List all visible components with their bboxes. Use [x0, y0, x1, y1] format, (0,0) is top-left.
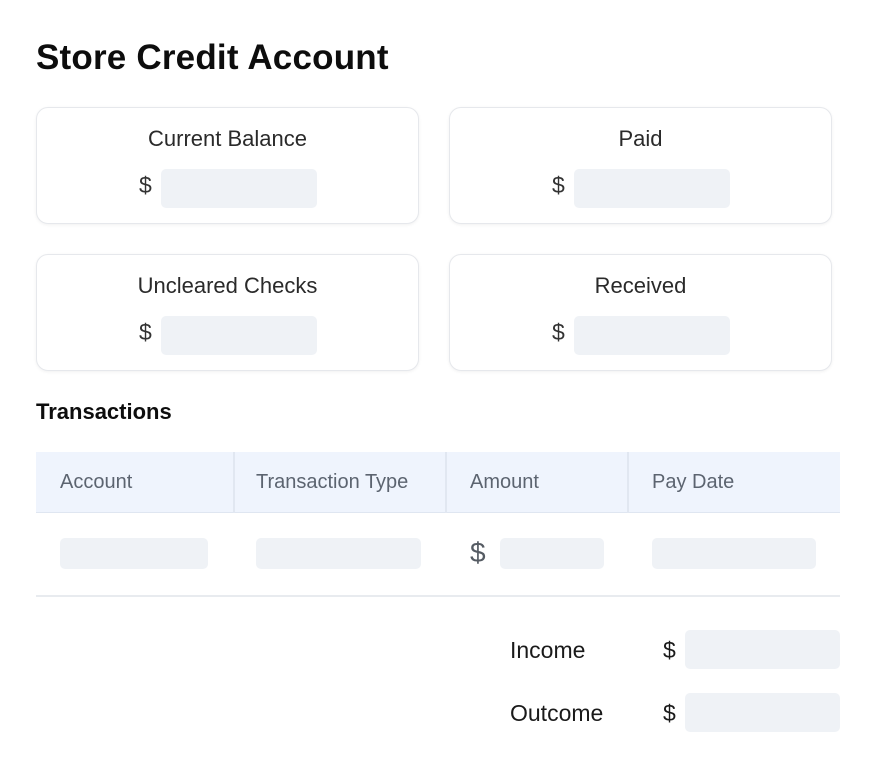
amount-input[interactable]: [500, 538, 604, 569]
dollar-sign: $: [663, 700, 676, 726]
column-divider: [233, 452, 235, 513]
dollar-sign: $: [139, 172, 152, 198]
account-input[interactable]: [60, 538, 208, 569]
pay-date-input[interactable]: [652, 538, 816, 569]
dollar-sign: $: [470, 537, 486, 568]
uncleared-checks-card: Uncleared Checks $: [36, 254, 419, 371]
received-input[interactable]: [574, 316, 730, 355]
card-label: Received: [594, 273, 687, 298]
page-title: Store Credit Account: [36, 38, 389, 77]
transactions-table-header: Account Transaction Type Amount Pay Date: [36, 452, 840, 513]
current-balance-card: Current Balance $: [36, 107, 419, 224]
column-header-account: Account: [60, 471, 133, 493]
card-label: Uncleared Checks: [137, 273, 318, 298]
transaction-type-input[interactable]: [256, 538, 421, 569]
dollar-sign: $: [552, 172, 565, 198]
column-divider: [445, 452, 447, 513]
current-balance-input[interactable]: [161, 169, 317, 208]
transactions-heading: Transactions: [36, 399, 172, 424]
received-card: Received $: [449, 254, 832, 371]
table-divider: [36, 595, 840, 597]
outcome-label: Outcome: [510, 700, 604, 726]
dollar-sign: $: [663, 637, 676, 663]
column-header-amount: Amount: [470, 471, 539, 493]
paid-input[interactable]: [574, 169, 730, 208]
column-divider: [627, 452, 629, 513]
income-label: Income: [510, 637, 586, 663]
paid-card: Paid $: [449, 107, 832, 224]
card-label: Current Balance: [148, 126, 307, 151]
uncleared-checks-input[interactable]: [161, 316, 317, 355]
card-label: Paid: [618, 126, 663, 151]
outcome-input[interactable]: [685, 693, 840, 732]
dollar-sign: $: [139, 319, 152, 345]
dollar-sign: $: [552, 319, 565, 345]
column-header-transaction-type: Transaction Type: [256, 471, 409, 493]
column-header-pay-date: Pay Date: [652, 471, 735, 493]
income-input[interactable]: [685, 630, 840, 669]
